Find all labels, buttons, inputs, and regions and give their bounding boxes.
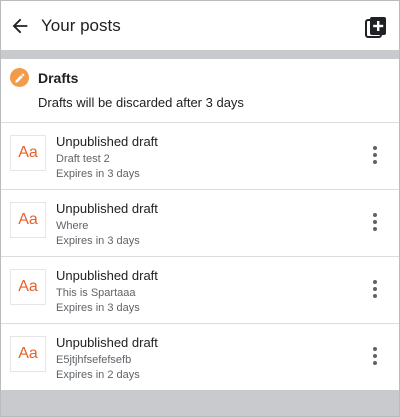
drafts-header: Drafts Drafts will be discarded after 3 … <box>0 59 400 123</box>
more-options-icon[interactable] <box>364 275 386 303</box>
bottom-divider-band <box>0 390 400 417</box>
draft-snippet: Where <box>56 220 89 232</box>
draft-snippet: This is Spartaaa <box>56 287 136 299</box>
top-divider-band <box>0 50 400 59</box>
draft-item[interactable]: Aa Unpublished draft Where Expires in 3 … <box>0 190 400 257</box>
drafts-title: Drafts <box>38 70 79 86</box>
draft-title: Unpublished draft <box>56 268 158 283</box>
draft-item[interactable]: Aa Unpublished draft This is Spartaaa Ex… <box>0 257 400 324</box>
draft-snippet: Draft test 2 <box>56 153 110 165</box>
drafts-note: Drafts will be discarded after 3 days <box>38 95 244 110</box>
new-post-icon <box>365 17 386 38</box>
draft-thumbnail: Aa <box>10 336 46 372</box>
more-options-icon[interactable] <box>364 342 386 370</box>
pencil-icon <box>10 68 29 87</box>
draft-title: Unpublished draft <box>56 201 158 216</box>
draft-expiry: Expires in 2 days <box>56 369 140 381</box>
draft-thumbnail: Aa <box>10 135 46 171</box>
drafts-panel: Drafts Drafts will be discarded after 3 … <box>0 59 400 390</box>
draft-thumbnail: Aa <box>10 202 46 238</box>
more-options-icon[interactable] <box>364 141 386 169</box>
arrow-left-icon <box>12 18 28 34</box>
more-options-icon[interactable] <box>364 208 386 236</box>
back-button[interactable] <box>7 13 33 39</box>
app-bar: Your posts <box>0 0 400 50</box>
new-post-button[interactable] <box>363 14 389 40</box>
draft-item[interactable]: Aa Unpublished draft E5jtjhfsefefsefb Ex… <box>0 324 400 390</box>
draft-expiry: Expires in 3 days <box>56 302 140 314</box>
draft-snippet: E5jtjhfsefefsefb <box>56 354 132 366</box>
draft-title: Unpublished draft <box>56 335 158 350</box>
draft-thumbnail: Aa <box>10 269 46 305</box>
draft-title: Unpublished draft <box>56 134 158 149</box>
draft-item[interactable]: Aa Unpublished draft Draft test 2 Expire… <box>0 123 400 190</box>
draft-expiry: Expires in 3 days <box>56 235 140 247</box>
page-title: Your posts <box>41 16 121 35</box>
draft-expiry: Expires in 3 days <box>56 168 140 180</box>
